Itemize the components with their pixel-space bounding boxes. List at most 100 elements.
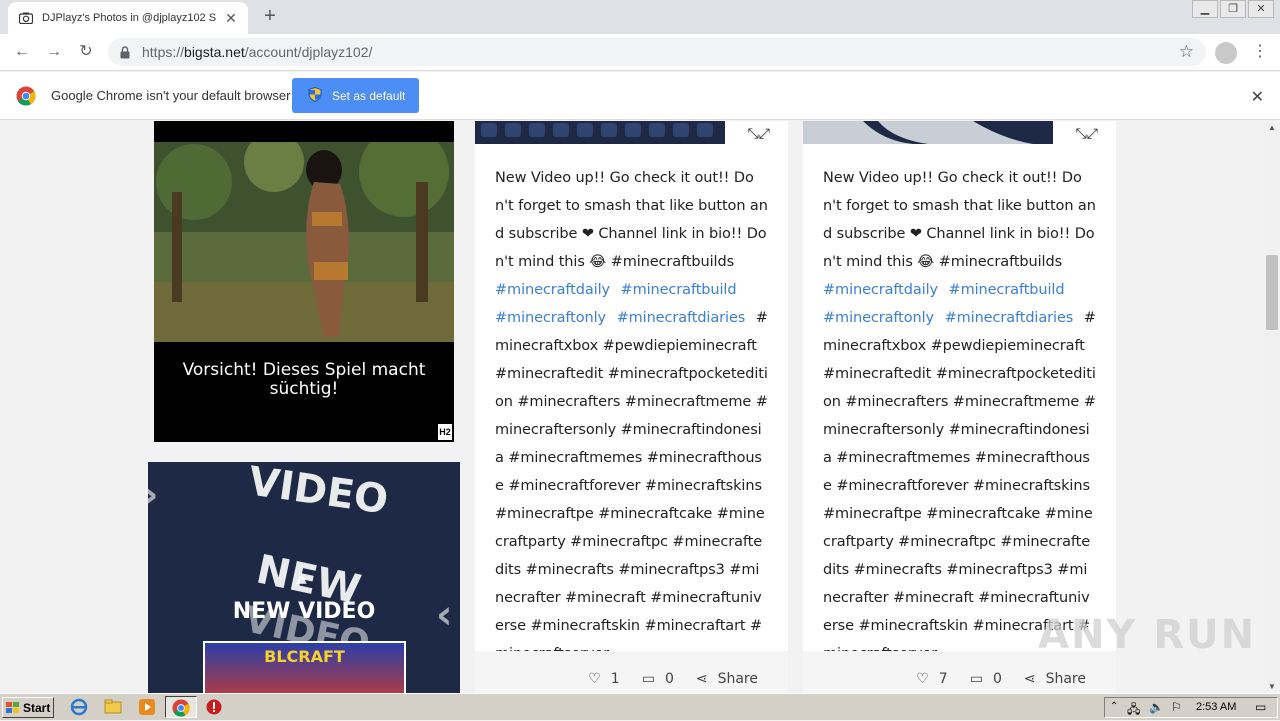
video-bg-word-1: VIDEO <box>245 462 391 524</box>
tab-close-icon[interactable]: ✕ <box>224 10 238 27</box>
show-desktop-icon[interactable]: ▭ <box>1255 700 1266 714</box>
page-viewport: Vorsicht! Dieses Spiel macht süchtig! H2… <box>0 121 1264 693</box>
chrome-logo-icon <box>16 86 36 106</box>
anyrun-watermark: ANY RUN <box>1038 612 1257 658</box>
comment-icon: ▭ <box>641 671 655 687</box>
minimize-button[interactable]: ▁ <box>1192 0 1218 18</box>
post-media[interactable]: ⤡⤢ <box>803 121 1116 144</box>
hashtag-link[interactable]: #minecraftdaily <box>495 282 610 298</box>
back-arrow-icon[interactable]: ← <box>12 42 32 62</box>
page-scrollbar[interactable]: ▲ ▼ <box>1264 121 1280 693</box>
network-icon[interactable]: 🖧 <box>1127 700 1140 721</box>
stop-icon[interactable] <box>205 698 223 716</box>
expand-icon[interactable]: ⤡⤢ <box>748 125 770 142</box>
start-label: Start <box>23 700 51 715</box>
shield-icon <box>308 86 322 105</box>
url-text: https://bigsta.net/account/djplayz102/ <box>142 44 373 60</box>
post-card-2: ⤡⤢ New Video up!! Go check it out!! Don'… <box>803 121 1116 693</box>
clock: 2:53 AM <box>1196 701 1237 713</box>
camera-icon <box>18 10 34 26</box>
tab-title: DJPlayz's Photos in @djplayz102 Soc <box>42 12 216 24</box>
hashtag-link[interactable]: #minecraftonly <box>495 310 606 326</box>
share-icon: ⋖ <box>695 671 708 687</box>
post-hashtags-text: #minecraftxbox #pewdiepieminecraft #mine… <box>495 310 768 662</box>
hashtag-link[interactable]: #minecraftonly <box>823 310 934 326</box>
like-button[interactable]: ♡ 7 <box>916 671 947 687</box>
ad-card[interactable]: Vorsicht! Dieses Spiel macht süchtig! H2 <box>154 121 454 442</box>
like-count: 7 <box>938 671 948 687</box>
internet-explorer-icon[interactable] <box>70 698 88 716</box>
comment-button[interactable]: ▭ 0 <box>970 671 1002 687</box>
folder-icon[interactable] <box>104 698 122 716</box>
action-center-flag-icon[interactable]: ⚐ <box>1171 700 1182 714</box>
restore-button[interactable]: ❐ <box>1220 0 1246 18</box>
share-label: Share <box>1045 671 1086 687</box>
chrome-taskbar-button[interactable] <box>165 696 197 718</box>
reload-icon[interactable]: ↻ <box>76 42 96 62</box>
play-triangle-icon: ▲ <box>296 570 307 586</box>
heart-icon: ♡ <box>588 671 601 687</box>
video-thumbnail-title: BLCRAFT <box>264 647 345 666</box>
like-button[interactable]: ♡ 1 <box>588 671 619 687</box>
share-button[interactable]: ⋖ Share <box>696 671 758 687</box>
close-window-button[interactable]: ✕ <box>1248 0 1274 18</box>
start-button[interactable]: Start <box>2 697 54 718</box>
infobar-close-icon[interactable]: ✕ <box>1251 87 1264 107</box>
new-video-card[interactable]: VIDEO NEW VIDEO › ‹ ▲ NEW VIDEO BLCRAFT <box>148 462 460 693</box>
scroll-down-icon[interactable]: ▼ <box>1268 682 1276 691</box>
hashtag-link[interactable]: #minecraftdiaries <box>617 310 746 326</box>
expand-icon[interactable]: ⤡⤢ <box>1076 125 1098 142</box>
bookmark-star-icon[interactable]: ☆ <box>1179 42 1194 62</box>
post-image <box>475 121 725 144</box>
chrome-taskbar-icon <box>172 699 190 717</box>
video-bg-chevron-left: › <box>148 472 158 518</box>
ad-watermark: H2 <box>438 424 452 440</box>
volume-icon[interactable]: 🔈 <box>1149 700 1164 714</box>
windows-flag-icon <box>6 701 19 713</box>
share-button[interactable]: ⋖ Share <box>1024 671 1086 687</box>
hashtag-link[interactable]: #minecraftdiaries <box>945 310 1074 326</box>
forward-arrow-icon[interactable]: → <box>44 42 64 62</box>
post-image <box>803 121 1053 144</box>
windows-taskbar: Start ⌃ 🖧 🔈 ⚐ 2:53 AM ▭ <box>0 693 1280 720</box>
tab-strip: DJPlayz's Photos in @djplayz102 Soc ✕ + … <box>0 0 1280 34</box>
post-caption: New Video up!! Go check it out!! Don't f… <box>823 164 1096 668</box>
set-as-default-button[interactable]: Set as default <box>292 78 419 113</box>
comment-count: 0 <box>992 671 1002 687</box>
scrollbar-thumb[interactable] <box>1266 255 1278 330</box>
infobar-message: Google Chrome isn't your default browser <box>51 88 291 103</box>
comment-button[interactable]: ▭ 0 <box>642 671 674 687</box>
share-icon: ⋖ <box>1023 671 1036 687</box>
set-as-default-label: Set as default <box>332 88 406 103</box>
post-hashtags-text: #minecraftxbox #pewdiepieminecraft #mine… <box>823 310 1096 662</box>
new-tab-button[interactable]: + <box>260 6 280 26</box>
comment-count: 0 <box>664 671 674 687</box>
lock-icon <box>120 45 132 59</box>
hashtag-link[interactable]: #minecraftbuild <box>621 282 737 298</box>
profile-avatar-icon[interactable] <box>1215 42 1237 64</box>
share-label: Share <box>717 671 758 687</box>
ad-image <box>154 142 454 342</box>
hashtag-link[interactable]: #minecraftbuild <box>949 282 1065 298</box>
system-tray: ⌃ 🖧 🔈 ⚐ 2:53 AM ▭ <box>1104 697 1278 718</box>
post-text: New Video up!! Go check it out!! Don't f… <box>823 170 1096 270</box>
post-text: New Video up!! Go check it out!! Don't f… <box>495 170 768 270</box>
tray-expand-icon[interactable]: ⌃ <box>1110 701 1118 712</box>
default-browser-infobar: Google Chrome isn't your default browser… <box>0 72 1280 120</box>
ad-caption: Vorsicht! Dieses Spiel macht süchtig! <box>182 360 426 399</box>
address-bar[interactable]: https://bigsta.net/account/djplayz102/ ☆ <box>108 38 1206 66</box>
scroll-up-icon[interactable]: ▲ <box>1268 123 1276 132</box>
hashtag-link[interactable]: #minecraftdaily <box>823 282 938 298</box>
post-card-1: ⤡⤢ New Video up!! Go check it out!! Don'… <box>475 121 788 693</box>
browser-toolbar: ← → ↻ https://bigsta.net/account/djplayz… <box>0 34 1280 71</box>
post-media[interactable]: ⤡⤢ <box>475 121 788 144</box>
browser-tab[interactable]: DJPlayz's Photos in @djplayz102 Soc ✕ <box>8 2 248 34</box>
video-thumbnail: BLCRAFT <box>203 641 406 693</box>
post-footer: ♡ 1 ▭ 0 ⋖ Share <box>475 651 788 693</box>
video-headline: NEW VIDEO <box>232 599 376 624</box>
like-count: 1 <box>610 671 620 687</box>
comment-icon: ▭ <box>969 671 983 687</box>
heart-icon: ♡ <box>916 671 929 687</box>
media-player-icon[interactable] <box>138 698 156 716</box>
menu-dots-icon[interactable]: ⋮ <box>1252 42 1268 62</box>
